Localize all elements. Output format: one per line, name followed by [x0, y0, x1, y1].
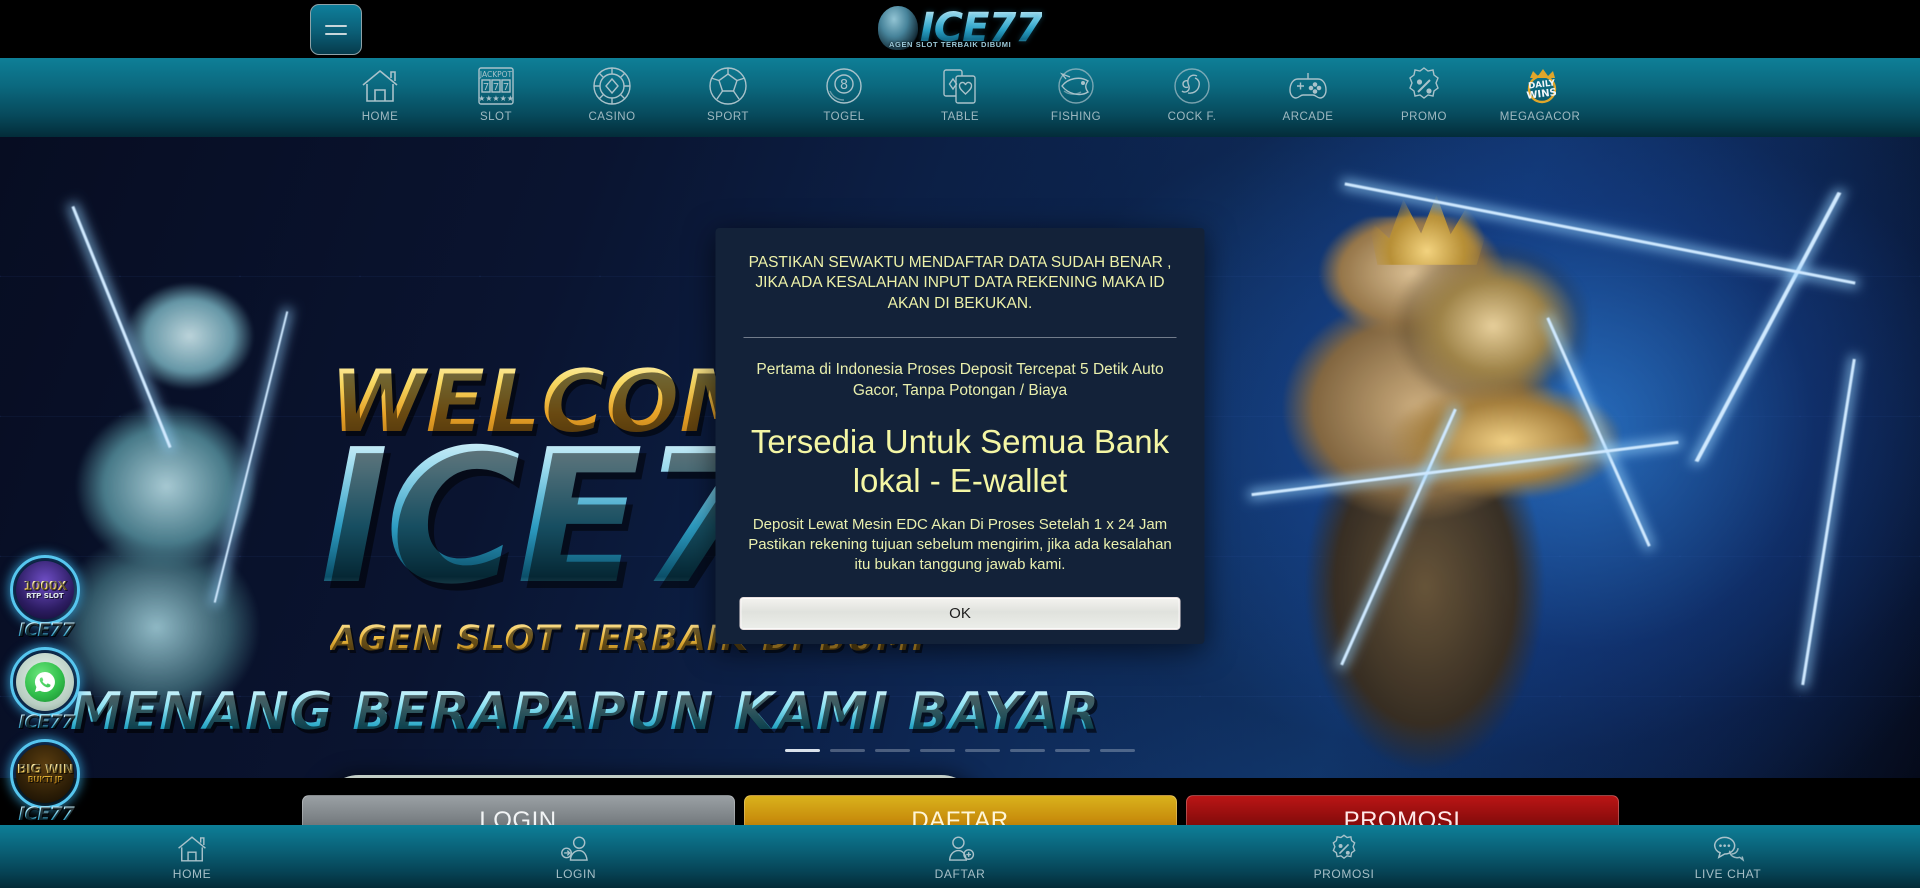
nav-label: SLOT	[479, 111, 513, 123]
hero-tagline: MENANG BERAPAPUN KAMI BAYAR	[70, 682, 1100, 742]
rtp-slot-badge-icon: 1000X RTP SLOT	[16, 561, 74, 619]
nav-label: ARCADE	[1282, 111, 1334, 123]
bottom-nav-label: DAFTAR	[934, 866, 986, 881]
svg-text:JACKPOT: JACKPOT	[479, 70, 513, 79]
hero-register-button[interactable]: DAFTAR DISINI	[320, 775, 980, 778]
carousel-dot[interactable]	[785, 749, 820, 752]
bottom-nav-item-home[interactable]: HOME	[0, 825, 384, 888]
carousel-dot[interactable]	[1100, 749, 1135, 752]
svg-text:★★★★★: ★★★★★	[478, 94, 514, 103]
nav-item-megagacor[interactable]: DAILY WINS MEGAGACOR	[1482, 58, 1598, 137]
daily-wins-crown-icon: DAILY WINS	[1517, 63, 1563, 108]
top-bar: ICE77 AGEN SLOT TERBAIK DIBUMI	[0, 0, 1920, 58]
bottom-nav-item-daftar[interactable]: DAFTAR	[768, 825, 1152, 888]
playing-cards-icon	[939, 63, 981, 108]
badge-subtitle: BUKTI JP	[27, 775, 63, 785]
dialog-headline: Tersedia Untuk Semua Bank lokal - E-wall…	[750, 423, 1170, 500]
user-login-icon	[560, 833, 592, 865]
badge-brand: ICE77	[6, 619, 86, 641]
home-icon	[176, 833, 208, 865]
hamburger-icon-line	[325, 32, 347, 35]
user-add-icon	[944, 833, 976, 865]
nav-item-table[interactable]: TABLE	[902, 58, 1018, 137]
bottom-navigation: HOME LOGIN DAFTAR PROMOSI LIVE CHAT	[0, 825, 1920, 888]
casino-chip-icon	[591, 63, 633, 108]
carousel-dot[interactable]	[830, 749, 865, 752]
svg-text:WINS: WINS	[1526, 87, 1557, 102]
nav-item-casino[interactable]: CASINO	[554, 58, 670, 137]
big-win-badge-icon: BIG WIN BUKTI JP	[16, 745, 74, 803]
nav-item-arcade[interactable]: ARCADE	[1250, 58, 1366, 137]
carousel-dot[interactable]	[1010, 749, 1045, 752]
floating-badge-rtp[interactable]: 1000X RTP SLOT ICE77	[4, 555, 86, 643]
bottom-nav-item-live-chat[interactable]: LIVE CHAT	[1536, 825, 1920, 888]
carousel-dot[interactable]	[965, 749, 1000, 752]
bottom-nav-label: PROMOSI	[1313, 866, 1375, 881]
announcement-dialog: PASTIKAN SEWAKTU MENDAFTAR DATA SUDAH BE…	[715, 228, 1205, 644]
nav-label: COCK F.	[1167, 111, 1217, 123]
nav-label: HOME	[361, 111, 399, 123]
soccer-ball-icon	[707, 63, 749, 108]
nav-item-home[interactable]: HOME	[322, 58, 438, 137]
dialog-warning-text: PASTIKAN SEWAKTU MENDAFTAR DATA SUDAH BE…	[748, 254, 1172, 312]
floating-badges: 1000X RTP SLOT ICE77 ICE77 BIG WIN BUKTI…	[4, 555, 86, 831]
page-root: ICE77 AGEN SLOT TERBAIK DIBUMI HOME JACK…	[0, 0, 1920, 888]
home-icon	[360, 63, 400, 108]
svg-text:8: 8	[840, 78, 848, 93]
discount-badge-icon	[1328, 833, 1360, 865]
logo-tagline: AGEN SLOT TERBAIK DIBUMI	[889, 40, 1012, 49]
discount-badge-icon	[1403, 63, 1445, 108]
nav-label: CASINO	[588, 111, 636, 123]
gamepad-icon	[1286, 63, 1330, 108]
badge-brand: ICE77	[6, 711, 86, 733]
nav-label: TOGEL	[823, 111, 865, 123]
nav-label: SPORT	[707, 111, 749, 123]
badge-brand: ICE77	[6, 803, 86, 825]
whatsapp-icon	[16, 653, 74, 711]
dialog-line-1: Pertama di Indonesia Proses Deposit Terc…	[756, 361, 1164, 399]
bottom-nav-label: LOGIN	[555, 866, 597, 881]
nav-label: PROMO	[1401, 111, 1447, 123]
floating-badge-whatsapp[interactable]: ICE77	[4, 647, 86, 735]
carousel-dot[interactable]	[920, 749, 955, 752]
billiard-ball-8-icon: 8	[823, 63, 865, 108]
hamburger-icon-line	[325, 24, 347, 27]
svg-text:7: 7	[483, 82, 489, 93]
main-navigation: HOME JACKPOT 7 7 7 ★★★★★ SLOT CASINO SPO…	[0, 58, 1920, 137]
nav-item-promo[interactable]: PROMO	[1366, 58, 1482, 137]
bottom-nav-item-promosi[interactable]: PROMOSI	[1152, 825, 1536, 888]
dialog-ok-button[interactable]: OK	[739, 596, 1181, 630]
bottom-nav-label: HOME	[172, 866, 212, 881]
floating-badge-bigwin[interactable]: BIG WIN BUKTI JP ICE77	[4, 739, 86, 827]
badge-subtitle: RTP SLOT	[26, 591, 64, 600]
dialog-divider	[743, 337, 1177, 339]
slot-machine-icon: JACKPOT 7 7 7 ★★★★★	[475, 63, 517, 108]
bottom-nav-item-login[interactable]: LOGIN	[384, 825, 768, 888]
bottom-nav-label: LIVE CHAT	[1694, 866, 1762, 881]
chat-bubbles-icon	[1711, 833, 1745, 865]
nav-item-slot[interactable]: JACKPOT 7 7 7 ★★★★★ SLOT	[438, 58, 554, 137]
carousel-indicators[interactable]	[785, 749, 1135, 752]
nav-item-cock-fighting[interactable]: COCK F.	[1134, 58, 1250, 137]
svg-text:7: 7	[493, 82, 499, 93]
nav-item-fishing[interactable]: FISHING	[1018, 58, 1134, 137]
carousel-dot[interactable]	[1055, 749, 1090, 752]
nav-label: MEGAGACOR	[1499, 111, 1581, 123]
svg-text:7: 7	[503, 82, 509, 93]
dialog-line-2: Deposit Lewat Mesin EDC Akan Di Proses S…	[748, 516, 1172, 573]
hamburger-menu-button[interactable]	[310, 4, 362, 55]
site-logo[interactable]: ICE77 AGEN SLOT TERBAIK DIBUMI	[845, 2, 1075, 54]
carousel-dot[interactable]	[875, 749, 910, 752]
rooster-icon	[1171, 63, 1213, 108]
nav-item-sport[interactable]: SPORT	[670, 58, 786, 137]
nav-label: FISHING	[1050, 111, 1102, 123]
nav-label: TABLE	[940, 111, 980, 123]
fish-icon	[1054, 63, 1098, 108]
nav-item-togel[interactable]: 8 TOGEL	[786, 58, 902, 137]
